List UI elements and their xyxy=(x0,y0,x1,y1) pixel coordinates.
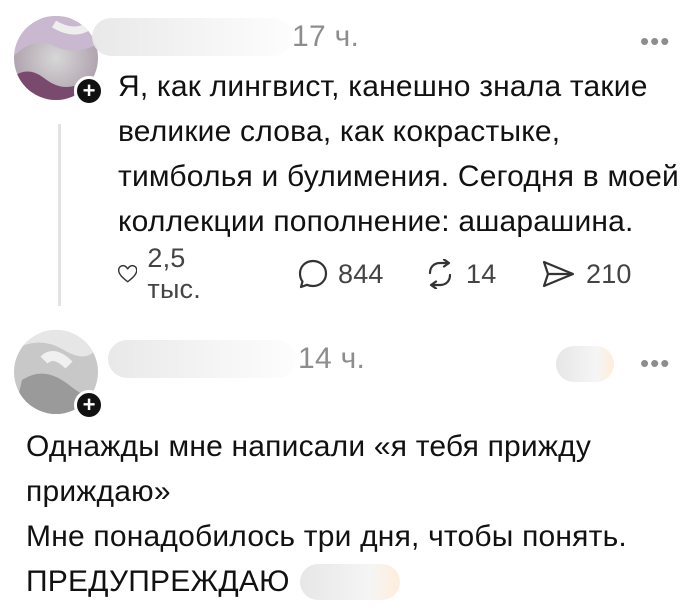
repost-button[interactable]: 14 xyxy=(424,254,496,294)
post-text-line: великие слова, как кокрастыке, xyxy=(118,115,561,148)
author-avatar[interactable]: + xyxy=(14,330,104,420)
translate-badge-redacted[interactable] xyxy=(556,346,614,382)
post-text-line: Я, как лингвист, канешно знала такие xyxy=(118,70,648,103)
share-icon xyxy=(542,260,575,288)
repost-icon xyxy=(428,259,452,289)
post-text-line: коллекции пополнение: ашарашина. xyxy=(118,205,634,238)
like-button[interactable]: 2,5 тыс. xyxy=(118,243,212,304)
heart-icon xyxy=(118,264,138,283)
post-text-line: приждаю» xyxy=(26,475,171,508)
post-text-line: Однажды мне написали «я тебя прижду xyxy=(26,430,592,463)
post-time: 17 ч. xyxy=(292,20,360,53)
thread-line xyxy=(58,124,61,306)
post-text-line: ПРЕДУПРЕЖДАЮ xyxy=(26,565,290,598)
like-count: 2,5 тыс. xyxy=(147,243,201,304)
more-icon[interactable]: ••• xyxy=(640,350,670,376)
post-text: Я, как лингвист, канешно знала такие вел… xyxy=(118,64,679,244)
more-icon[interactable]: ••• xyxy=(640,28,670,54)
comment-icon xyxy=(298,259,328,289)
author-name-redacted[interactable] xyxy=(108,340,296,378)
post-text: Однажды мне написали «я тебя прижду приж… xyxy=(26,424,627,604)
comment-count: 844 xyxy=(338,258,384,289)
post-time: 14 ч. xyxy=(298,342,366,375)
author-name-redacted[interactable] xyxy=(92,18,292,56)
comment-button[interactable]: 844 xyxy=(298,254,384,294)
plus-icon: + xyxy=(82,78,96,103)
plus-icon: + xyxy=(82,392,96,417)
post-text-line-with-emoji: ПРЕДУПРЕЖДАЮ xyxy=(26,559,627,604)
follow-button[interactable]: + xyxy=(74,76,104,106)
post-text-line: Мне понадобилось три дня, чтобы понять. xyxy=(26,520,627,553)
follow-button[interactable]: + xyxy=(74,390,104,420)
post-text-line: тимболья и булимения. Сегодня в моей xyxy=(118,160,680,193)
emoji-redacted xyxy=(299,563,400,600)
post: + 17 ч. ••• Я, как лингвист, канешно зна… xyxy=(0,0,700,318)
share-count: 210 xyxy=(586,258,632,289)
repost-count: 14 xyxy=(466,258,497,289)
author-avatar[interactable]: + xyxy=(14,16,104,106)
post: + 14 ч. ••• Однажды мне написали «я тебя… xyxy=(0,318,700,609)
share-button[interactable]: 210 xyxy=(542,254,632,294)
